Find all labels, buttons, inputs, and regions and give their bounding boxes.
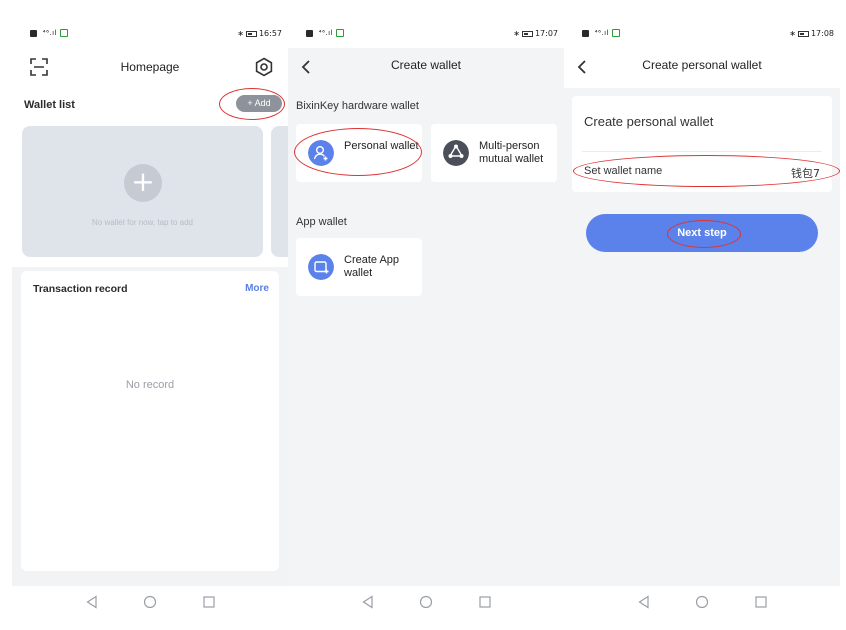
divider [582, 151, 822, 152]
nav-home-icon[interactable] [143, 595, 157, 609]
more-link[interactable]: More [245, 283, 269, 294]
empty-wallet-card[interactable]: + No wallet for now, tap to add [22, 126, 263, 257]
system-nav-bar [564, 586, 840, 618]
status-bar: ⁴⁶.ıl ∗ 16:57 [12, 18, 288, 48]
nav-recent-icon[interactable] [754, 595, 768, 609]
status-right: ∗ 17:08 [789, 29, 834, 38]
battery-icon [797, 30, 809, 37]
create-app-wallet-option[interactable]: Create App wallet [296, 238, 422, 296]
top-nav: Create wallet [288, 48, 564, 88]
top-nav: Create personal wallet [564, 48, 840, 88]
personal-wallet-label: Personal wallet [344, 140, 419, 152]
hardware-section-label: BixinKey hardware wallet [296, 100, 419, 112]
wallet-list-header: Wallet list + Add [12, 88, 288, 123]
wallet-name-field[interactable]: 钱包7 [791, 165, 820, 181]
app-section-label: App wallet [296, 216, 347, 228]
settings-icon[interactable] [254, 57, 274, 77]
multi-user-icon [443, 140, 469, 166]
system-nav-bar [288, 586, 564, 618]
nav-recent-icon[interactable] [478, 595, 492, 609]
status-bar: ⁴⁶.ıl ∗ 17:08 [564, 18, 840, 48]
battery-icon [245, 30, 257, 37]
signal-indicators: ⁴⁶.ıl [306, 29, 345, 37]
nav-home-icon[interactable] [695, 595, 709, 609]
transaction-label: Transaction record [33, 283, 128, 295]
signal-indicators: ⁴⁶.ıl [582, 29, 621, 37]
nav-back-icon[interactable] [361, 595, 375, 609]
status-right: ∗ 16:57 [237, 29, 282, 38]
battery-icon [521, 30, 533, 37]
nav-back-icon[interactable] [85, 595, 99, 609]
wallet-name-label: Set wallet name [584, 165, 663, 177]
user-add-icon [308, 140, 334, 166]
add-wallet-button[interactable]: + Add [236, 95, 282, 112]
empty-wallet-hint: No wallet for now, tap to add [92, 218, 193, 227]
multi-wallet-label: Multi-person mutual wallet [479, 140, 544, 165]
nav-home-icon[interactable] [419, 595, 433, 609]
personal-wallet-option[interactable]: Personal wallet [296, 124, 422, 182]
status-time: 16:57 [258, 29, 282, 38]
signal-indicators: ⁴⁶.ıl [30, 29, 69, 37]
next-card-peek [271, 126, 288, 257]
nav-recent-icon[interactable] [202, 595, 216, 609]
create-personal-wallet-screen: ⁴⁶.ıl ∗ 17:08 Create personal wallet Crea… [564, 18, 840, 618]
multi-person-wallet-option[interactable]: Multi-person mutual wallet [431, 124, 557, 182]
form-heading: Create personal wallet [584, 114, 714, 129]
create-wallet-screen: ⁴⁶.ıl ∗ 17:07 Create wallet BixinKey hard… [288, 18, 564, 618]
wallet-list-label: Wallet list [24, 99, 75, 111]
status-time: 17:07 [534, 29, 558, 38]
page-title: Homepage [120, 60, 180, 74]
status-bar: ⁴⁶.ıl ∗ 17:07 [288, 18, 564, 48]
create-app-wallet-label: Create App wallet [344, 254, 400, 279]
plus-icon: + [124, 164, 162, 202]
app-wallet-icon [308, 254, 334, 280]
system-nav-bar [12, 586, 288, 618]
top-nav: Homepage [12, 48, 288, 88]
page-title: Create personal wallet [642, 58, 762, 72]
status-right: ∗ 17:07 [513, 29, 558, 38]
wallet-form-card: Create personal wallet Set wallet name 钱… [572, 96, 832, 192]
no-record-text: No record [125, 379, 175, 391]
page-title: Create wallet [390, 58, 462, 72]
homepage-screen: ⁴⁶.ıl ∗ 16:57 Homepage Wallet list + Add … [12, 18, 288, 618]
transaction-card: Transaction record More No record [21, 271, 279, 571]
wallet-carousel[interactable]: + No wallet for now, tap to add [12, 123, 288, 267]
nav-back-icon[interactable] [637, 595, 651, 609]
status-time: 17:08 [810, 29, 834, 38]
next-step-button[interactable]: Next step [586, 214, 818, 252]
